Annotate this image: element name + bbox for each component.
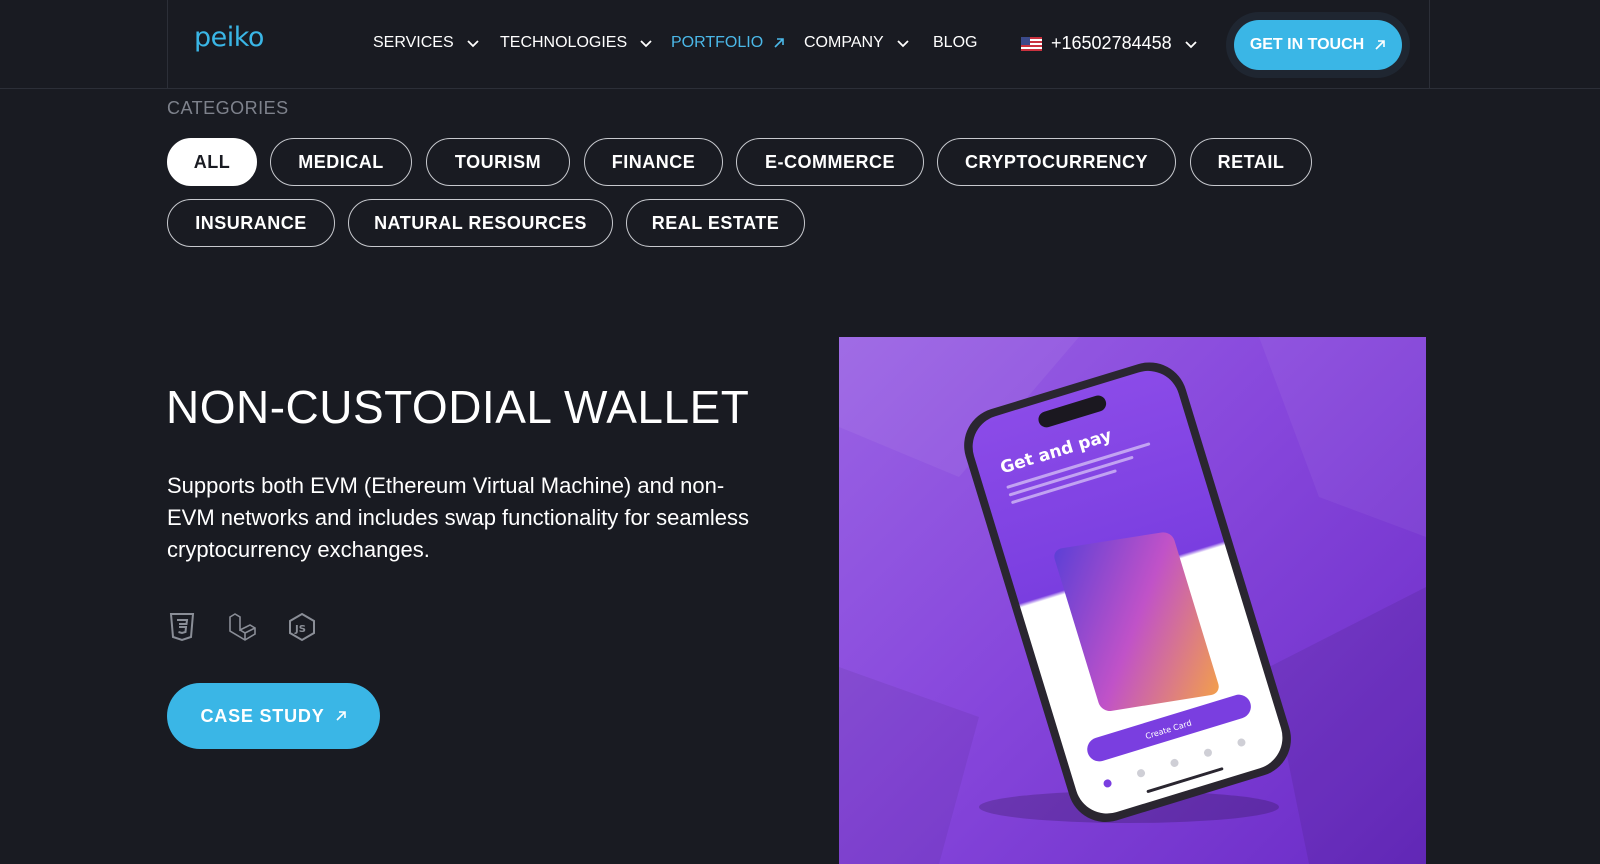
arrow-up-right-icon [335, 711, 346, 721]
nav-portfolio-label: PORTFOLIO [671, 34, 764, 51]
site-header: peiko SERVICES TECHNOLOGIES PORTFOLIO CO… [0, 0, 1600, 89]
category-tourism[interactable]: TOURISM [426, 138, 570, 186]
chevron-down-icon [640, 40, 652, 48]
project-title: NON-CUSTODIAL WALLET [166, 381, 750, 433]
category-finance[interactable]: FINANCE [584, 138, 723, 186]
css3-icon [167, 612, 197, 642]
chevron-down-icon [466, 40, 479, 48]
chevron-down-icon [897, 40, 909, 48]
category-cryptocurrency[interactable]: CRYPTOCURRENCY [937, 138, 1176, 186]
project-mockup-image: Get and pay Create Card [839, 337, 1426, 864]
header-divider-right [1429, 0, 1430, 89]
laravel-icon [227, 612, 257, 642]
category-retail[interactable]: RETAIL [1190, 138, 1312, 186]
logo[interactable]: peiko [194, 22, 264, 53]
nav-blog-label: BLOG [933, 34, 978, 51]
svg-text:JS: JS [294, 624, 306, 635]
tech-stack: JS [167, 612, 317, 642]
nav-services-label: SERVICES [373, 34, 454, 51]
chevron-down-icon [1185, 40, 1197, 48]
nav-services[interactable]: SERVICES [373, 34, 480, 52]
get-in-touch-label: GET IN TOUCH [1249, 36, 1365, 53]
us-flag-icon [1021, 36, 1042, 51]
get-in-touch-button[interactable]: GET IN TOUCH [1234, 20, 1402, 70]
nav-company[interactable]: COMPANY [804, 34, 910, 52]
category-natural-resources[interactable]: NATURAL RESOURCES [348, 199, 613, 247]
nav-portfolio[interactable]: PORTFOLIO [671, 34, 785, 52]
categories-title: CATEGORIES [167, 98, 289, 118]
arrow-up-right-icon [1375, 40, 1385, 50]
nav-technologies-label: TECHNOLOGIES [500, 34, 628, 51]
project-description: Supports both EVM (Ethereum Virtual Mach… [167, 473, 750, 562]
nav-technologies[interactable]: TECHNOLOGIES [500, 34, 653, 52]
nav-company-label: COMPANY [804, 34, 884, 51]
header-divider-left [167, 0, 168, 89]
category-insurance[interactable]: INSURANCE [167, 199, 335, 247]
case-study-button[interactable]: CASE STUDY [167, 683, 380, 749]
category-all[interactable]: ALL [167, 138, 257, 186]
phone-selector[interactable]: +16502784458 [1021, 33, 1198, 54]
case-study-label: CASE STUDY [200, 705, 325, 726]
phone-mockup-illustration: Get and pay Create Card [839, 337, 1426, 864]
nodejs-icon: JS [287, 612, 317, 642]
category-e-commerce[interactable]: E-COMMERCE [736, 138, 924, 186]
phone-number: +16502784458 [1051, 33, 1172, 53]
nav-blog[interactable]: BLOG [933, 34, 977, 52]
category-real-estate[interactable]: REAL ESTATE [626, 199, 805, 247]
arrow-up-right-icon [774, 38, 784, 48]
category-medical[interactable]: MEDICAL [270, 138, 412, 186]
